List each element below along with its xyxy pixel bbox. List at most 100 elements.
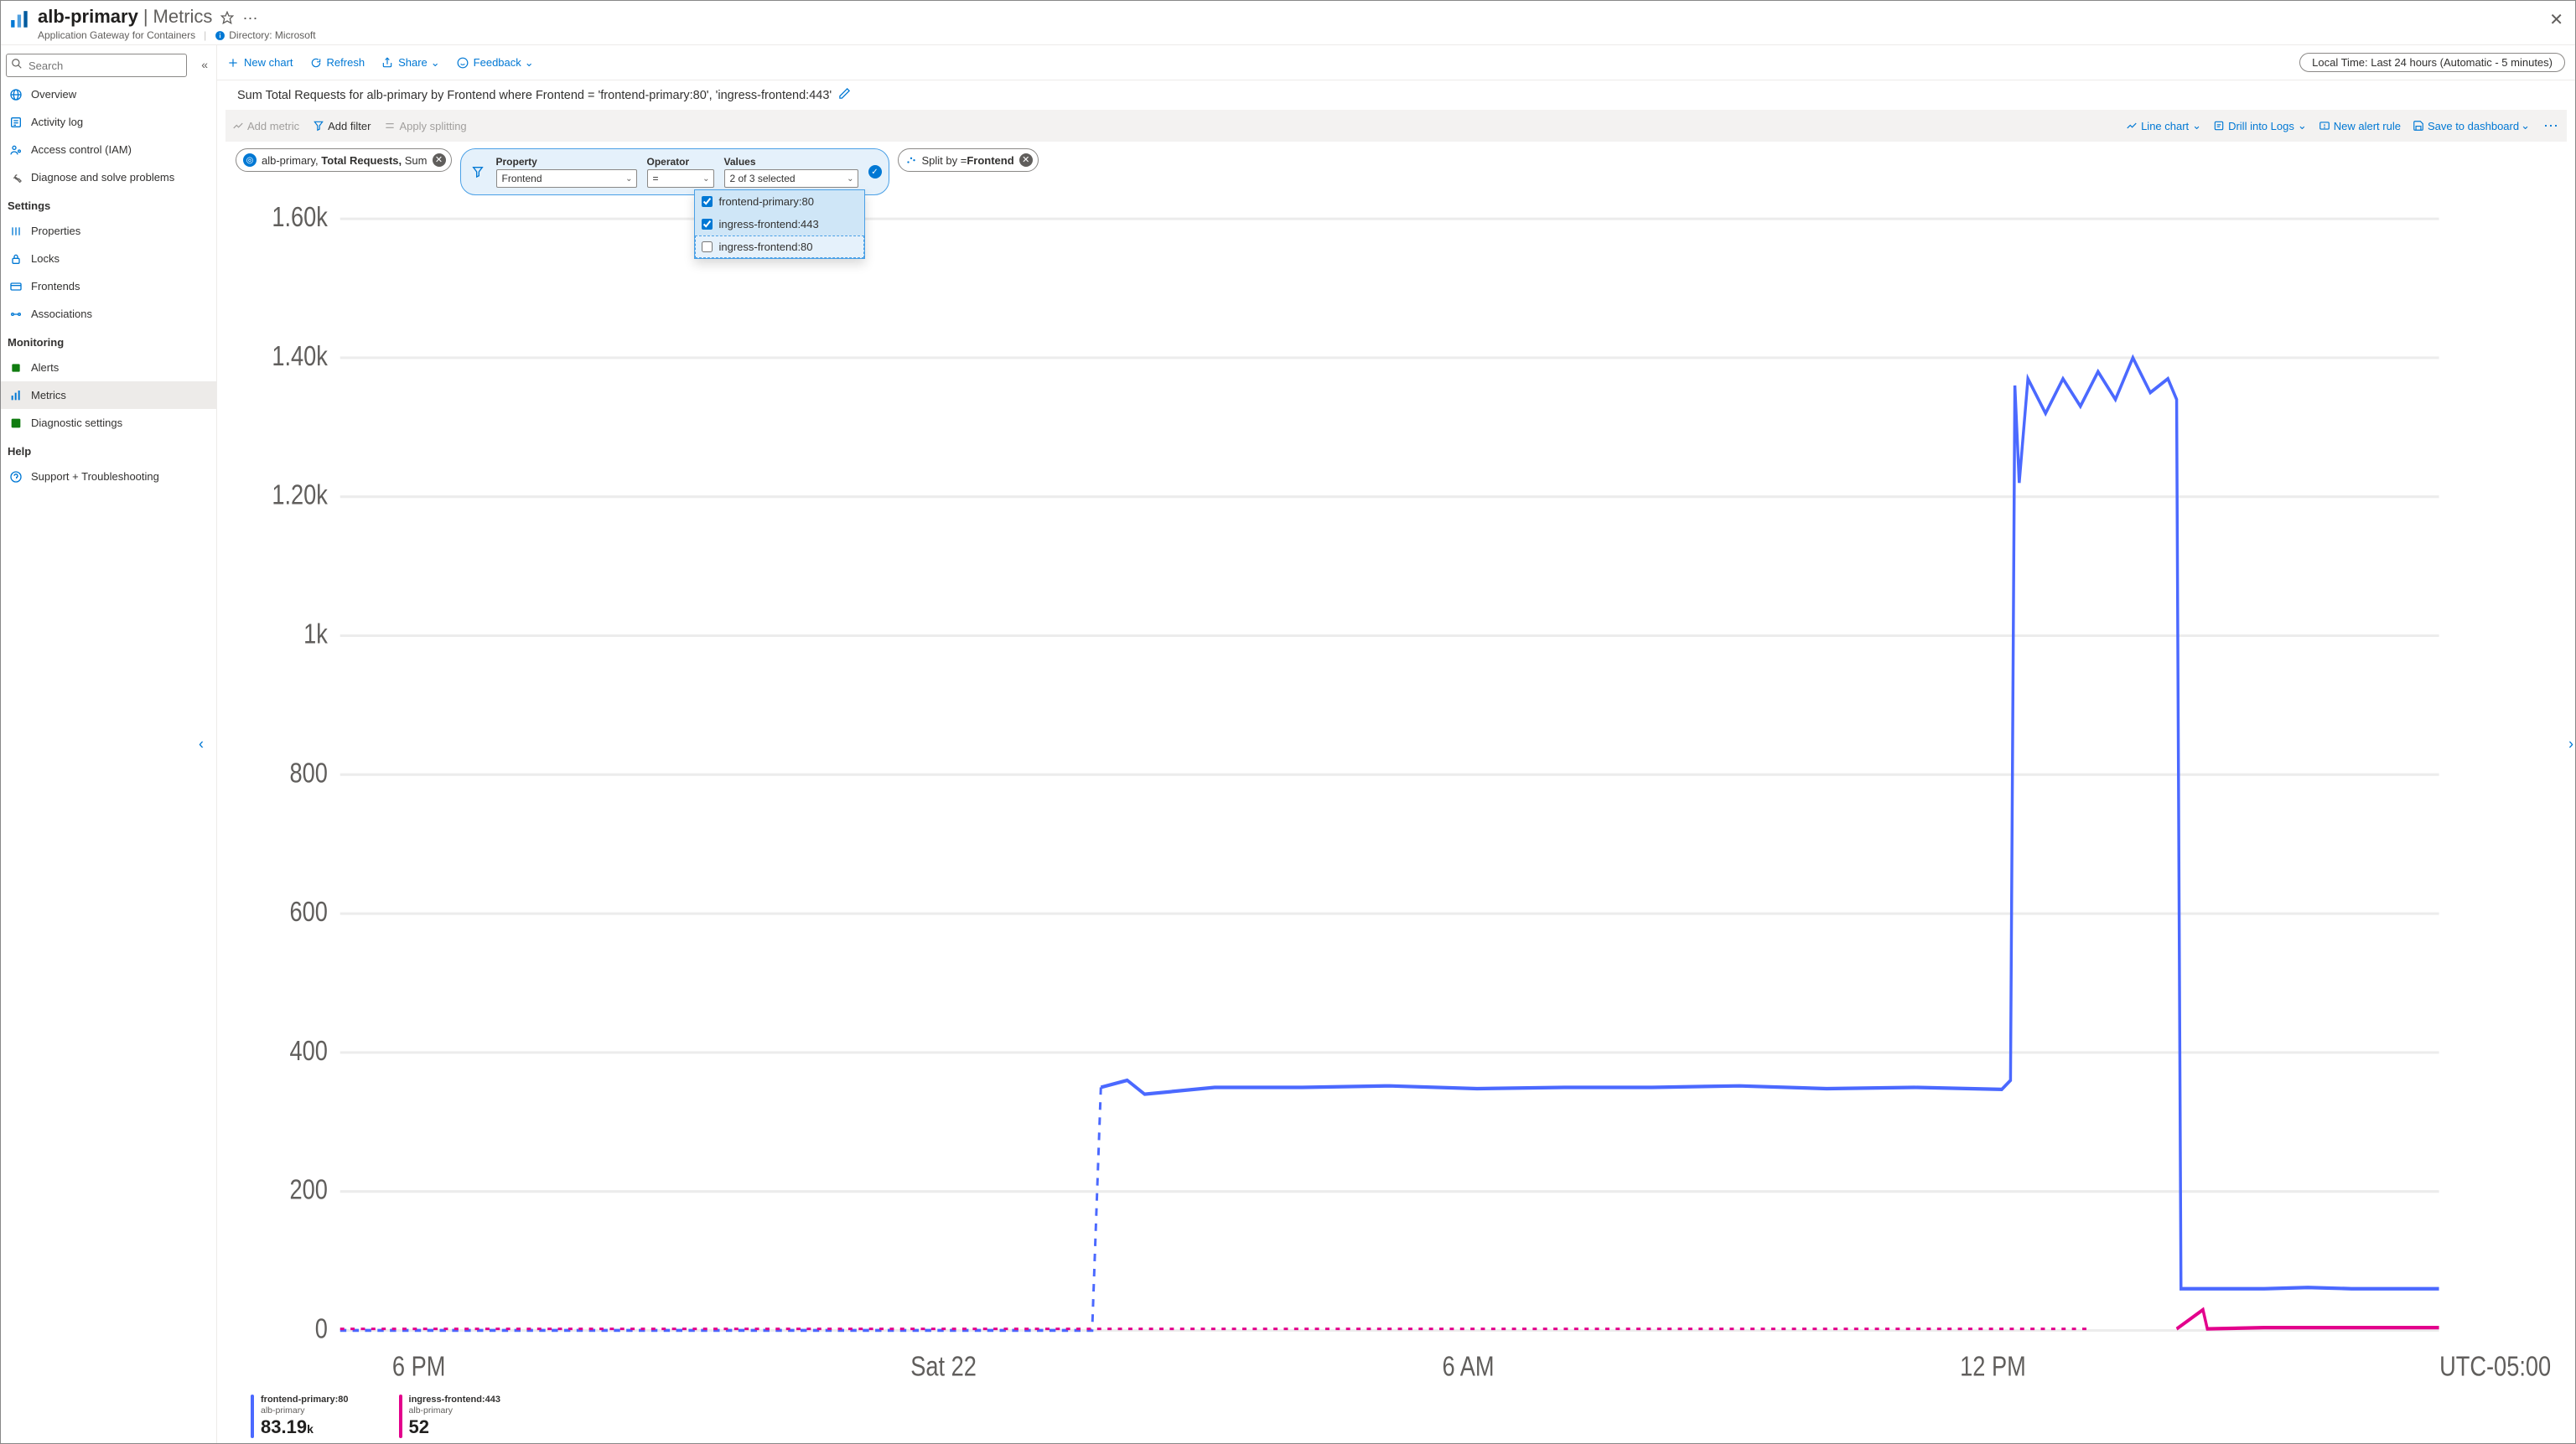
filter-value-option[interactable]: ingress-frontend:443 — [695, 213, 864, 235]
svg-text:600: 600 — [290, 898, 328, 928]
sidebar-item-associations[interactable]: Associations — [1, 300, 216, 328]
svg-text:1.20k: 1.20k — [272, 480, 328, 510]
activity-icon — [9, 116, 23, 129]
info-icon — [215, 30, 225, 41]
add-filter-button[interactable]: Add filter — [313, 120, 371, 132]
apply-splitting-button[interactable]: Apply splitting — [384, 120, 466, 132]
time-range-picker[interactable]: Local Time: Last 24 hours (Automatic - 5… — [2299, 53, 2565, 72]
selectors-row: ◎ alb-primary, Total Requests, Sum ✕ Pro… — [236, 148, 2567, 195]
legend-series-value: 83.19k — [261, 1416, 349, 1438]
svg-text:6 AM: 6 AM — [1443, 1352, 1495, 1382]
prev-chart-chevron-icon[interactable]: ‹ — [195, 732, 207, 757]
search-input[interactable] — [6, 54, 187, 77]
refresh-button[interactable]: Refresh — [310, 56, 365, 69]
sidebar-item-label: Alerts — [31, 361, 59, 374]
svg-text:0: 0 — [315, 1314, 328, 1344]
share-button[interactable]: Share⌄ — [381, 56, 440, 70]
filter-property-label: Property — [496, 156, 637, 168]
collapse-sidebar-icon[interactable]: « — [201, 58, 208, 71]
legend-series-resource: alb-primary — [409, 1405, 500, 1416]
apply-filter-check-icon[interactable]: ✓ — [868, 165, 882, 179]
wrench-icon — [9, 171, 23, 184]
checkbox-icon[interactable] — [702, 241, 713, 252]
sidebar-item-label: Diagnose and solve problems — [31, 171, 174, 184]
sidebar-item-access-control-iam-[interactable]: Access control (IAM) — [1, 136, 216, 163]
filter-values-dropdown: frontend-primary:80 ingress-frontend:443… — [694, 189, 865, 259]
sidebar-item-frontends[interactable]: Frontends — [1, 272, 216, 300]
legend-item[interactable]: ingress-frontend:443alb-primary52 — [399, 1395, 500, 1438]
sidebar-item-diagnostic-settings[interactable]: Diagnostic settings — [1, 409, 216, 437]
sidebar-item-label: Metrics — [31, 389, 66, 401]
svg-text:200: 200 — [290, 1175, 328, 1205]
sidebar-item-metrics[interactable]: Metrics — [1, 381, 216, 409]
sidebar-item-activity-log[interactable]: Activity log — [1, 108, 216, 136]
metrics-chart[interactable]: 1.60k1.40k1.20k1k80060040020006 PMSat 22… — [241, 204, 2563, 1391]
save-to-dashboard-button[interactable]: Save to dashboard⌄ — [2413, 119, 2530, 132]
svg-text:UTC-05:00: UTC-05:00 — [2439, 1352, 2551, 1382]
sidebar-item-label: Support + Troubleshooting — [31, 470, 159, 483]
drill-into-logs-button[interactable]: Drill into Logs⌄ — [2213, 119, 2307, 132]
new-alert-rule-button[interactable]: New alert rule — [2319, 120, 2401, 132]
sidebar-item-label: Locks — [31, 252, 60, 265]
edit-title-icon[interactable] — [838, 87, 851, 103]
sidebar-item-locks[interactable]: Locks — [1, 245, 216, 272]
filter-values-select[interactable]: 2 of 3 selected⌄ — [724, 169, 858, 188]
sidebar-item-alerts[interactable]: Alerts — [1, 354, 216, 381]
resource-icon: ◎ — [243, 153, 257, 167]
sidebar-item-properties[interactable]: Properties — [1, 217, 216, 245]
legend-color-bar — [399, 1395, 402, 1438]
nav-section-monitoring: Monitoring — [1, 328, 216, 354]
filter-value-option[interactable]: frontend-primary:80 — [695, 190, 864, 213]
checkbox-icon[interactable] — [702, 196, 713, 207]
close-icon[interactable]: ✕ — [2549, 9, 2563, 30]
svg-text:1.40k: 1.40k — [272, 342, 328, 372]
chart-type-selector[interactable]: Line chart⌄ — [2126, 119, 2201, 132]
next-chart-chevron-icon[interactable]: › — [2565, 732, 2576, 757]
nav-section-settings: Settings — [1, 191, 216, 217]
filter-value-option-label: ingress-frontend:80 — [719, 241, 813, 253]
metrics-toolbar: New chart Refresh Share⌄ Feedback⌄ Local… — [217, 45, 2575, 80]
svg-text:400: 400 — [290, 1037, 328, 1067]
nav-section-help: Help — [1, 437, 216, 463]
metrics-logo-icon — [9, 9, 31, 31]
svg-text:6 PM: 6 PM — [392, 1352, 446, 1382]
checkbox-icon[interactable] — [702, 219, 713, 230]
sidebar-item-overview[interactable]: Overview — [1, 80, 216, 108]
legend-item[interactable]: frontend-primary:80alb-primary83.19k — [251, 1395, 349, 1438]
more-chart-options-icon[interactable]: ⋯ — [2543, 117, 2560, 135]
page-title: Metrics — [153, 6, 213, 28]
sidebar-item-diagnose-and-solve-problems[interactable]: Diagnose and solve problems — [1, 163, 216, 191]
directory-label: Directory: Microsoft — [229, 29, 315, 41]
remove-metric-icon[interactable]: ✕ — [433, 153, 446, 167]
svg-text:Sat 22: Sat 22 — [910, 1352, 977, 1382]
sidebar-item-label: Frontends — [31, 280, 80, 292]
filter-operator-select[interactable]: =⌄ — [647, 169, 714, 188]
filter-value-option-label: ingress-frontend:443 — [719, 218, 819, 230]
chart-toolbar: Add metric Add filter Apply splitting Li… — [225, 110, 2567, 142]
svg-text:12 PM: 12 PM — [1960, 1352, 2026, 1382]
sidebar-item-support-troubleshooting[interactable]: Support + Troubleshooting — [1, 463, 216, 490]
resource-type-label: Application Gateway for Containers — [38, 29, 195, 41]
favorite-star-icon[interactable] — [220, 11, 234, 27]
feedback-button[interactable]: Feedback⌄ — [457, 56, 534, 70]
filter-property-select[interactable]: Frontend⌄ — [496, 169, 637, 188]
main-content: ‹ › New chart Refresh Share⌄ Fee — [217, 45, 2575, 1443]
svg-text:1.60k: 1.60k — [272, 204, 328, 233]
filter-value-option[interactable]: ingress-frontend:80 — [695, 235, 864, 258]
more-icon[interactable]: ⋯ — [242, 10, 257, 28]
legend-row: frontend-primary:80alb-primary83.19kingr… — [217, 1395, 2575, 1443]
new-chart-button[interactable]: New chart — [227, 56, 293, 69]
metrics-icon — [9, 389, 23, 402]
filter-icon — [464, 149, 491, 194]
splitting-pill[interactable]: Split by = Frontend ✕ — [898, 148, 1039, 172]
metric-pill[interactable]: ◎ alb-primary, Total Requests, Sum ✕ — [236, 148, 452, 172]
sidebar-item-label: Overview — [31, 88, 76, 101]
remove-split-icon[interactable]: ✕ — [1019, 153, 1033, 167]
legend-series-name: frontend-primary:80 — [261, 1395, 349, 1405]
page-header: alb-primary | Metrics ⋯ Application Gate… — [1, 1, 2575, 44]
legend-series-resource: alb-primary — [261, 1405, 349, 1416]
props-icon — [9, 225, 23, 238]
add-metric-button[interactable]: Add metric — [232, 120, 299, 132]
search-icon — [11, 58, 23, 70]
globe-icon — [9, 88, 23, 101]
